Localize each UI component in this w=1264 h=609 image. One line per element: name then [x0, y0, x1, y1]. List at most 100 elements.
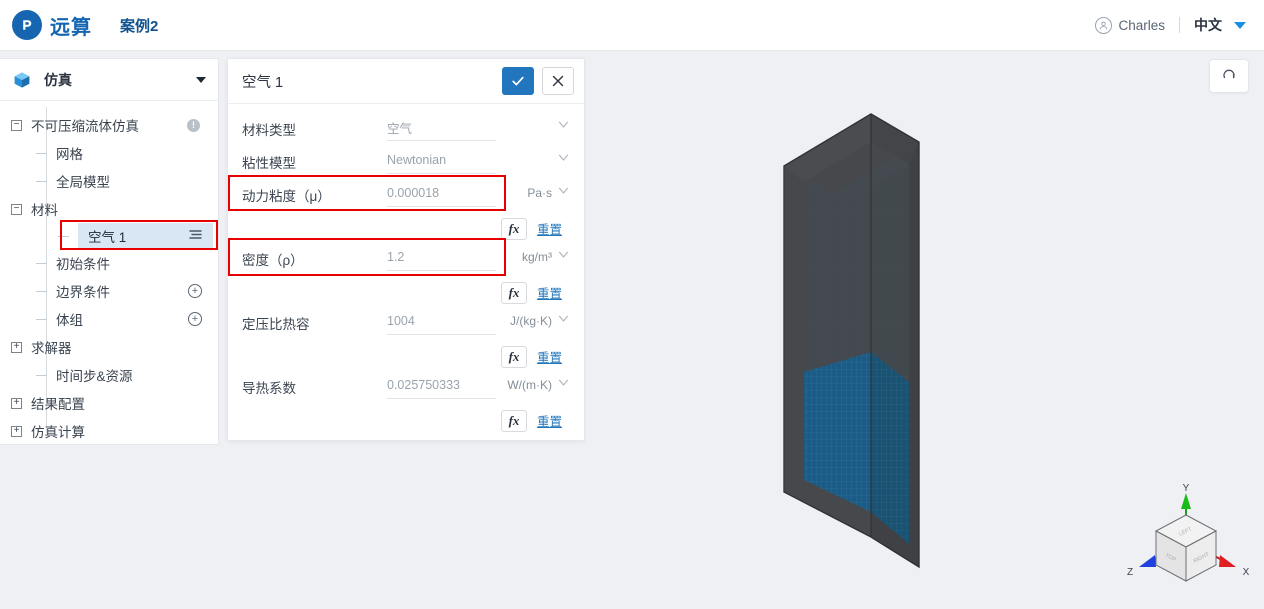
- collapse-toggle-icon[interactable]: −: [11, 203, 22, 215]
- tree-item-4[interactable]: 空气 1: [0, 223, 218, 249]
- tree-branch-line: [36, 262, 47, 264]
- tree-item-10[interactable]: + 结果配置: [0, 389, 218, 417]
- chevron-down-icon[interactable]: [557, 376, 570, 394]
- chevron-down-icon[interactable]: [557, 184, 570, 202]
- unit-selector[interactable]: kg/m³: [496, 244, 570, 266]
- tree-item-2[interactable]: 全局模型: [0, 167, 218, 195]
- chevron-down-icon[interactable]: [557, 118, 570, 136]
- list-menu-icon[interactable]: [189, 229, 203, 244]
- reset-link[interactable]: 重置: [537, 347, 562, 366]
- logo-icon: [12, 10, 42, 40]
- tree-item-label: 初始条件: [56, 257, 110, 272]
- tree-item-8[interactable]: + 求解器: [0, 333, 218, 361]
- tree-item-11[interactable]: + 仿真计算: [0, 417, 218, 445]
- chevron-down-icon[interactable]: [1234, 21, 1246, 29]
- header-divider: [1179, 17, 1180, 33]
- tree-item-5[interactable]: 初始条件: [0, 249, 218, 277]
- property-input[interactable]: 1.2: [387, 244, 496, 271]
- chevron-down-icon[interactable]: [557, 151, 570, 169]
- tree-item-label: 时间步&资源: [56, 369, 133, 384]
- formula-button[interactable]: fx: [500, 345, 527, 368]
- language-label[interactable]: 中文: [1194, 15, 1222, 35]
- cube-icon: [12, 70, 32, 90]
- property-row-0: 材料类型 空气: [228, 114, 584, 147]
- property-label: 动力粘度（μ）: [242, 189, 331, 204]
- simulation-tree-panel: 仿真 − 不可压缩流体仿真! 网格 全局模型 − 材料 空气 1 初始条件 边界条件 + 体组 + + 求…: [0, 58, 219, 445]
- property-value: 0.000018: [387, 186, 440, 200]
- reset-link[interactable]: 重置: [537, 219, 562, 238]
- top-bar-right: Charles 中文: [1095, 15, 1246, 35]
- property-row-4: 定压比热容 1004 J/(kg·K): [228, 308, 584, 341]
- property-label: 材料类型: [242, 123, 296, 138]
- unit-selector[interactable]: W/(m·K): [496, 372, 570, 394]
- properties-header: 空气 1: [228, 59, 584, 104]
- svg-text:Z: Z: [1127, 567, 1133, 578]
- 3d-viewport[interactable]: Y X Z LEFT TOP RIGHT: [586, 52, 1264, 609]
- tree-item-0[interactable]: − 不可压缩流体仿真!: [0, 111, 218, 139]
- unit-selector[interactable]: [496, 114, 570, 136]
- expand-toggle-icon[interactable]: +: [11, 425, 22, 437]
- expand-toggle-icon[interactable]: +: [11, 341, 22, 353]
- formula-button[interactable]: fx: [500, 217, 527, 240]
- property-value: 0.025750333: [387, 378, 460, 392]
- confirm-button[interactable]: [502, 67, 534, 95]
- property-input[interactable]: 0.000018: [387, 180, 496, 207]
- tree-item-7[interactable]: 体组 +: [0, 305, 218, 333]
- simulation-tree: − 不可压缩流体仿真! 网格 全局模型 − 材料 空气 1 初始条件 边界条件 + 体组 + + 求解器时…: [0, 101, 218, 445]
- cancel-button[interactable]: [542, 67, 574, 95]
- app-root: 远算 案例2 Charles 中文 仿真 − 不可压缩流体仿真 ! 网格 全局模…: [0, 0, 1264, 609]
- brand-name: 远算: [50, 16, 92, 39]
- user-name: Charles: [1118, 17, 1165, 33]
- tree-item-label: 空气 1: [88, 230, 127, 245]
- tree-item-label: 材料: [31, 203, 58, 218]
- axis-navigation-cube[interactable]: Y X Z LEFT TOP RIGHT: [1124, 483, 1254, 603]
- material-properties-panel: 空气 1 材料类型 空气粘性模型 Newtonian 动力粘度（μ） 0.000018 P…: [227, 58, 585, 441]
- property-value: Newtonian: [387, 153, 447, 167]
- reset-link[interactable]: 重置: [537, 411, 562, 430]
- property-label: 粘性模型: [242, 156, 296, 171]
- collapse-toggle-icon[interactable]: −: [11, 119, 22, 131]
- formula-button[interactable]: fx: [500, 281, 527, 304]
- unit-label: W/(m·K): [507, 378, 552, 392]
- tree-item-label: 不可压缩流体仿真: [31, 119, 139, 134]
- case-name[interactable]: 案例2: [120, 15, 158, 36]
- property-value: 1004: [387, 314, 415, 328]
- tree-branch-line: [36, 290, 47, 292]
- chevron-down-icon[interactable]: [557, 312, 570, 330]
- reset-view-button[interactable]: [1209, 59, 1249, 93]
- formula-reset-row-2: fx 重置: [228, 213, 584, 244]
- user-menu[interactable]: Charles: [1095, 16, 1165, 34]
- reset-view-icon: [1221, 66, 1237, 87]
- tree-item-6[interactable]: 边界条件 +: [0, 277, 218, 305]
- unit-label: J/(kg·K): [510, 314, 552, 328]
- properties-title: 空气 1: [242, 74, 284, 91]
- tree-item-1[interactable]: 网格: [0, 139, 218, 167]
- tree-item-selected[interactable]: 空气 1: [78, 223, 213, 249]
- add-item-icon[interactable]: +: [188, 312, 202, 326]
- formula-reset-row-5: fx 重置: [228, 405, 584, 436]
- formula-button[interactable]: fx: [500, 409, 527, 432]
- formula-reset-row-4: fx 重置: [228, 341, 584, 372]
- property-input[interactable]: 0.025750333: [387, 372, 496, 399]
- expand-toggle-icon[interactable]: +: [11, 397, 22, 409]
- reset-link[interactable]: 重置: [537, 283, 562, 302]
- properties-body: 材料类型 空气粘性模型 Newtonian 动力粘度（μ） 0.000018 Pa·s fx…: [228, 104, 584, 436]
- top-bar: 远算 案例2 Charles 中文: [0, 0, 1264, 51]
- unit-selector[interactable]: Pa·s: [496, 180, 570, 202]
- tree-item-label: 结果配置: [31, 397, 85, 412]
- tree-item-9[interactable]: 时间步&资源: [0, 361, 218, 389]
- property-input[interactable]: 1004: [387, 308, 496, 335]
- meshed-box-model[interactable]: [776, 82, 1076, 597]
- property-input[interactable]: Newtonian: [387, 147, 496, 174]
- property-input[interactable]: 空气: [387, 114, 496, 141]
- tree-panel-header[interactable]: 仿真: [0, 59, 218, 101]
- unit-selector[interactable]: [496, 147, 570, 169]
- chevron-down-icon[interactable]: [196, 76, 206, 83]
- info-icon[interactable]: !: [187, 118, 200, 132]
- svg-text:Y: Y: [1183, 483, 1190, 494]
- chevron-down-icon[interactable]: [557, 248, 570, 266]
- add-item-icon[interactable]: +: [188, 284, 202, 298]
- brand-logo[interactable]: 远算: [12, 10, 92, 40]
- tree-item-3[interactable]: − 材料: [0, 195, 218, 223]
- unit-selector[interactable]: J/(kg·K): [496, 308, 570, 330]
